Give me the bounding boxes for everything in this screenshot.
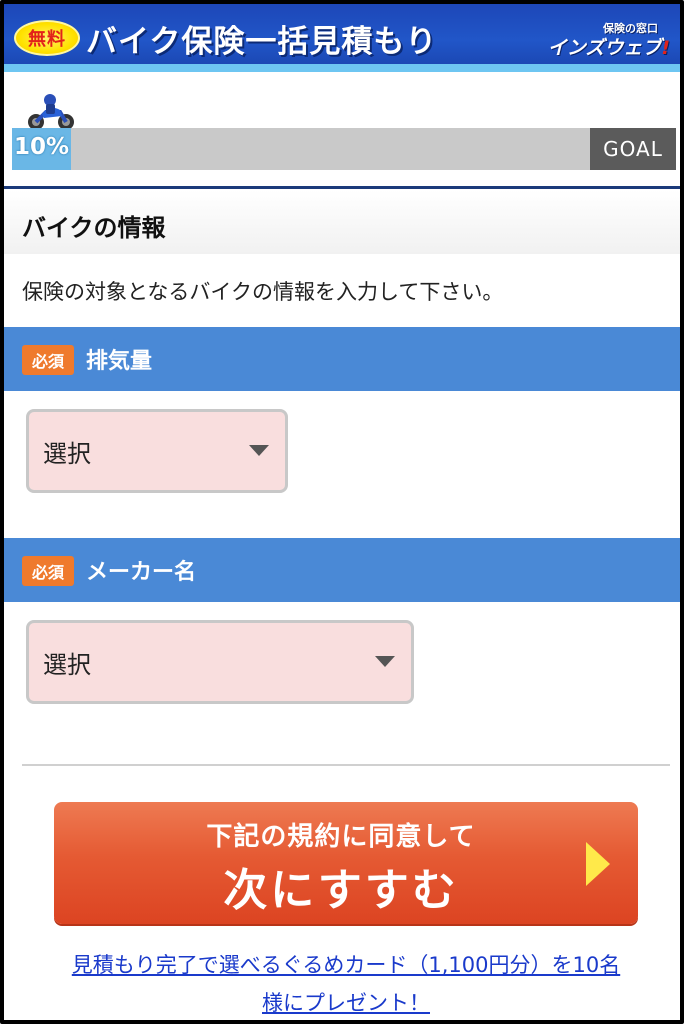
section-header: バイクの情報: [4, 190, 680, 254]
field-label-displacement: 排気量: [86, 349, 153, 374]
section-description: 保険の対象となるバイクの情報を入力して下さい。: [22, 280, 504, 304]
agree-next-button[interactable]: 下記の規約に同意して 次にすすむ: [54, 802, 638, 924]
content-divider: [22, 764, 670, 766]
header-accent-strip: [4, 64, 680, 72]
promo-link[interactable]: 見積もり完了で選べるぐるめカード（1,100円分）を10名 様にプレゼント！: [4, 946, 680, 1020]
page-frame: 無料 バイク保険一括見積もり 保険の窓口 インズウェブ! 10% GOAL バイ…: [0, 0, 684, 1024]
free-badge: 無料: [14, 20, 80, 56]
play-arrow-icon: [586, 842, 610, 886]
app-header: 無料 バイク保険一括見積もり 保険の窓口 インズウェブ!: [4, 4, 680, 70]
select-value: 選択: [43, 651, 91, 679]
chevron-down-icon: [375, 656, 395, 667]
required-badge: 必須: [22, 556, 74, 586]
promo-link-line1: 見積もり完了で選べるぐるめカード（1,100円分）を10名: [71, 953, 621, 977]
chevron-down-icon: [249, 445, 269, 456]
motorcycle-icon: [28, 94, 74, 130]
field-header-maker: 必須 メーカー名: [4, 538, 680, 602]
progress-percent: 10%: [14, 134, 70, 160]
insweb-logo[interactable]: 保険の窓口 インズウェブ!: [547, 20, 670, 59]
cta-main-text: 次にすすむ: [223, 865, 459, 916]
section-title: バイクの情報: [22, 214, 166, 242]
progress-area: 10% GOAL: [4, 72, 680, 188]
displacement-select[interactable]: 選択: [26, 409, 288, 493]
field-header-displacement: 必須 排気量: [4, 327, 680, 391]
cta-subtext: 下記の規約に同意して: [206, 822, 476, 852]
progress-bar: 10% GOAL: [12, 128, 676, 170]
goal-label: GOAL: [590, 128, 676, 170]
header-divider: [4, 186, 680, 189]
required-badge: 必須: [22, 345, 74, 375]
promo-link-line2: 様にプレゼント！: [262, 991, 430, 1015]
select-value: 選択: [43, 440, 91, 468]
maker-select[interactable]: 選択: [26, 620, 414, 704]
logo-text: インズウェブ!: [547, 37, 670, 59]
page-title: バイク保険一括見積もり: [86, 24, 438, 60]
field-label-maker: メーカー名: [86, 560, 197, 585]
